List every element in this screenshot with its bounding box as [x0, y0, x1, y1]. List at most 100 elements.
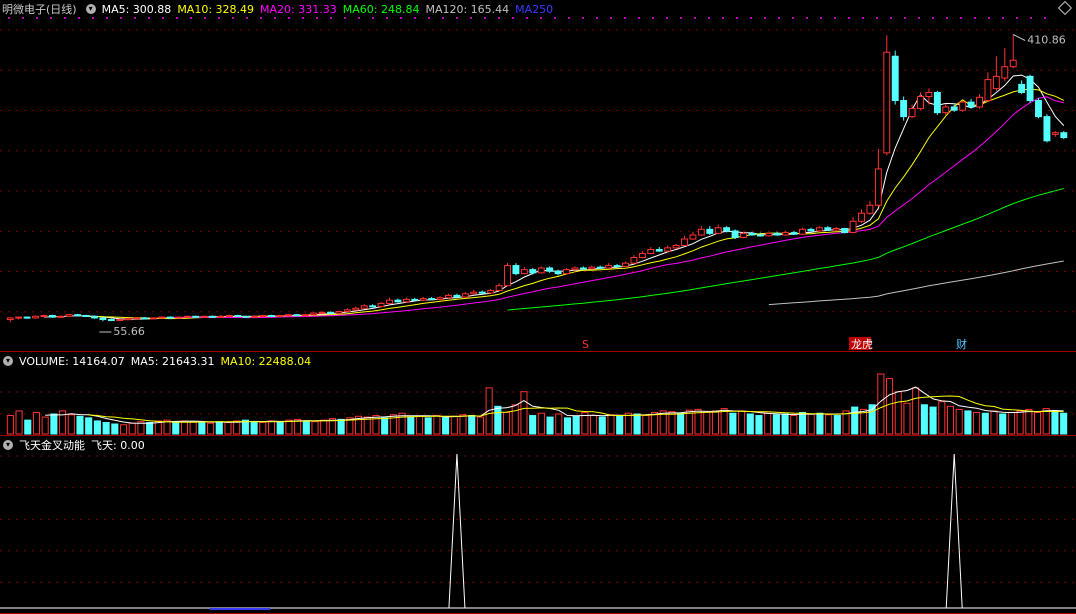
candle [579, 267, 587, 270]
volume-bar [337, 418, 345, 435]
volume-bar [93, 420, 101, 435]
volume-bar [102, 421, 110, 435]
volume-bar [50, 413, 58, 435]
volume-header: ▾ VOLUME: 14164.07 MA5: 21643.31 MA10: 2… [0, 352, 1076, 370]
candle [504, 265, 511, 287]
candle [166, 316, 174, 319]
volume-bar [485, 387, 493, 435]
volume-bar [119, 424, 128, 435]
indicator-panel: ▾ 飞天金叉动能 飞天: 0.00 [0, 436, 1076, 614]
volume-bar [955, 408, 963, 435]
volume-bar [563, 417, 572, 435]
volume-bar [111, 423, 119, 435]
volume-bar [259, 421, 267, 435]
volume-bar [851, 406, 859, 435]
candle [756, 234, 764, 237]
candle [116, 319, 124, 322]
volume-bar [537, 412, 545, 435]
volume-bar [442, 416, 450, 435]
volume-bar [320, 419, 328, 435]
volume-bar [1007, 411, 1015, 435]
candle [183, 315, 191, 318]
volume-bar [720, 408, 728, 435]
volume-bar [302, 420, 310, 435]
candle [815, 227, 823, 232]
candle [933, 91, 941, 114]
ma120-label: MA120: 165.44 [425, 2, 510, 16]
candle [1018, 83, 1026, 93]
volume-bar [1042, 408, 1050, 435]
collapse-icon[interactable]: ▾ [85, 4, 96, 14]
event-marker-s: S [582, 338, 589, 351]
volume-bar [146, 421, 154, 435]
volume-bar [529, 415, 537, 435]
candle [335, 310, 343, 314]
candle [563, 269, 570, 275]
candle [268, 315, 275, 318]
candle [301, 314, 309, 317]
volume-bar [816, 412, 824, 435]
candle [967, 101, 975, 108]
candle [242, 315, 250, 318]
volume-bar [642, 415, 650, 435]
volume-bar [772, 414, 780, 435]
volume-bar [24, 419, 32, 435]
volume-bar [981, 412, 989, 435]
candle [883, 51, 891, 154]
collapse-icon[interactable]: ▾ [3, 356, 13, 366]
candle [689, 234, 697, 240]
candle [209, 315, 216, 318]
candlestick-chart: 410.86 55.66 S 龙虎 财 [0, 17, 1076, 352]
volume-bar [1060, 412, 1068, 435]
vol-ma5-label: MA5: 21643.31 [130, 354, 215, 368]
candle [976, 96, 983, 108]
candle [23, 316, 31, 319]
candle [748, 232, 756, 236]
volume-bar [311, 421, 319, 435]
candle [613, 265, 621, 268]
candle [723, 227, 731, 232]
candle [959, 101, 967, 111]
candle [276, 315, 284, 318]
volume-bar [250, 421, 258, 435]
candle [386, 299, 393, 304]
volume-bar [180, 420, 188, 435]
candle [352, 307, 360, 311]
candle [369, 305, 377, 308]
candle [150, 317, 157, 320]
candle [824, 227, 832, 231]
volume-bar [381, 417, 389, 435]
candle [866, 204, 874, 214]
volume-bar [407, 416, 415, 435]
event-marker-lhb: 龙虎 [851, 338, 873, 351]
candle [293, 314, 301, 317]
candle [133, 317, 141, 320]
volume-bar [41, 416, 49, 435]
candle [1051, 132, 1059, 135]
candle [40, 315, 48, 318]
candle [158, 316, 166, 319]
volume-bar [215, 421, 223, 435]
volume-bar [520, 391, 528, 435]
candle [891, 55, 899, 102]
high-pointer [1012, 34, 1026, 41]
candle [65, 314, 73, 317]
candle [664, 247, 672, 252]
candle [714, 227, 722, 234]
volume-bar [764, 412, 772, 435]
indicator-spike [448, 453, 466, 609]
volume-bar [285, 419, 293, 435]
volume-bar [76, 415, 84, 435]
volume-bar [990, 410, 998, 435]
volume-bar [233, 420, 241, 435]
collapse-icon[interactable]: ▾ [3, 440, 13, 450]
candle [622, 262, 629, 267]
volume-bar [598, 416, 606, 435]
candle [411, 298, 419, 301]
candle [992, 75, 1000, 89]
stock-name[interactable]: 明微电子(日线) [2, 1, 77, 17]
indicator-value: 飞天: 0.00 [91, 439, 145, 452]
volume-bar [607, 414, 615, 435]
candle [217, 315, 225, 318]
volume-bar [729, 412, 737, 435]
